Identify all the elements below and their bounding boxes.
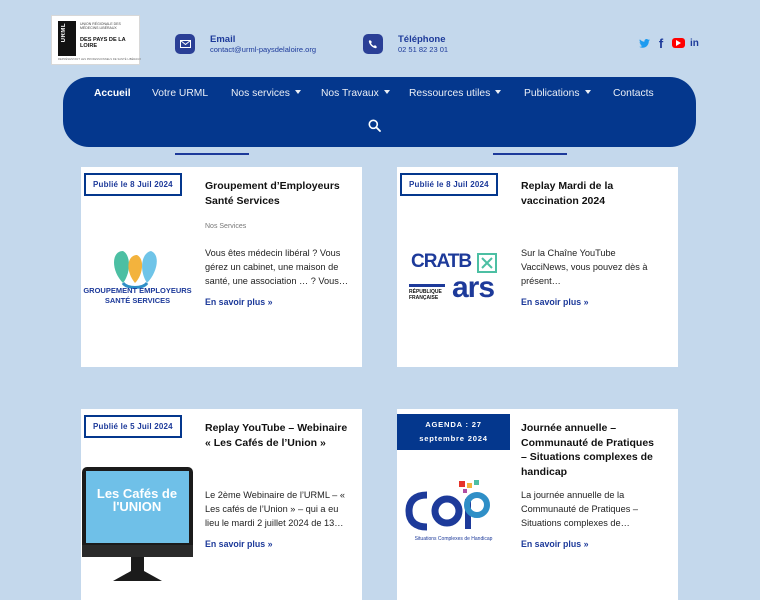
cop-caption: Situations Complexes de Handicap xyxy=(414,536,493,542)
logo-tagline: REPRÉSENTANT LES PROFESSIONNELS DE SANTÉ… xyxy=(58,58,142,61)
post-excerpt: Sur la Chaîne YouTube VacciNews, vous po… xyxy=(521,248,648,286)
post-card[interactable]: Publié le 8 Juil 2024 CRATB RÉPUBLIQUE F… xyxy=(397,167,678,367)
post-title[interactable]: Journée annuelle – Communauté de Pratiqu… xyxy=(521,421,661,479)
post-excerpt: Le 2ème Webinaire de l’URML – « Les café… xyxy=(205,490,345,528)
nav-nos-services[interactable]: Nos services xyxy=(231,88,301,99)
email-contact[interactable]: Email contact@urml-paysdelaloire.org xyxy=(175,34,316,54)
nav-publications-label: Publications xyxy=(524,88,580,99)
cratb-logo: CRATB xyxy=(411,251,472,272)
email-value[interactable]: contact@urml-paysdelaloire.org xyxy=(210,45,316,54)
nav-accueil-label: Accueil xyxy=(94,88,131,99)
agenda-badge: AGENDA : 27 septembre 2024 xyxy=(397,414,510,450)
post-thumbnail[interactable]: Situations Complexes de Handicap xyxy=(397,479,510,549)
read-more-link[interactable]: En savoir plus » xyxy=(521,539,588,549)
linkedin-icon[interactable]: in xyxy=(690,36,699,50)
read-more-link[interactable]: En savoir plus » xyxy=(521,297,588,307)
date-badge: Publié le 5 Juil 2024 xyxy=(84,415,182,438)
post-title[interactable]: Replay Mardi de la vaccination 2024 xyxy=(521,179,651,208)
logo-lines: UNION RÉGIONALE DES MÉDECINS LIBÉRAUX xyxy=(80,22,121,31)
agenda-line-2: septembre 2024 xyxy=(419,434,488,443)
chevron-down-icon xyxy=(383,90,390,95)
phone-value[interactable]: 02 51 82 23 01 xyxy=(398,45,448,54)
chevron-down-icon xyxy=(495,90,502,95)
post-title[interactable]: Groupement d’Employeurs Santé Services xyxy=(205,179,353,208)
post-category[interactable]: Nos Services xyxy=(205,223,246,230)
youtube-icon[interactable] xyxy=(672,38,685,48)
logo-mark-text: URML xyxy=(61,23,67,43)
read-more-link[interactable]: En savoir plus » xyxy=(205,539,272,549)
computer-screen-illustration xyxy=(82,467,193,581)
chevron-down-icon xyxy=(294,90,301,95)
agenda-line-1: AGENDA : 27 xyxy=(425,420,482,429)
post-excerpt: La journée annuelle de la Communauté de … xyxy=(521,490,638,528)
post-card[interactable]: Publié le 8 Juil 2024 GROUPEMENT EMPLOYE… xyxy=(81,167,362,367)
main-nav: Accueil Votre URML Nos services Nos Trav… xyxy=(63,77,696,147)
post-card[interactable]: Publié le 5 Juil 2024 Les Cafés de l'UNI… xyxy=(81,409,362,600)
phone-icon xyxy=(363,34,383,54)
nav-nos-travaux-label: Nos Travaux xyxy=(321,88,379,99)
search-icon[interactable] xyxy=(368,119,382,133)
date-badge: Publié le 8 Juil 2024 xyxy=(84,173,182,196)
nav-votre-urml[interactable]: Votre URML xyxy=(152,88,208,99)
nav-accueil[interactable]: Accueil xyxy=(94,88,131,99)
mail-icon xyxy=(175,34,195,54)
read-more-link[interactable]: En savoir plus » xyxy=(205,297,272,307)
logo-mark: URML xyxy=(58,21,76,56)
phone-contact[interactable]: Téléphone 02 51 82 23 01 xyxy=(363,34,448,54)
nav-contacts-label: Contacts xyxy=(613,88,654,99)
nav-nos-services-label: Nos services xyxy=(231,88,290,99)
post-card[interactable]: AGENDA : 27 septembre 2024 Situations Co… xyxy=(397,409,678,600)
twitter-icon[interactable] xyxy=(639,36,650,50)
section-underline xyxy=(493,153,567,155)
nav-ressources-utiles[interactable]: Ressources utiles xyxy=(409,88,502,99)
post-thumbnail[interactable]: Les Cafés de l'UNION xyxy=(81,465,194,583)
urml-logo[interactable]: URML UNION RÉGIONALE DES MÉDECINS LIBÉRA… xyxy=(51,15,142,65)
post-thumbnail[interactable]: GROUPEMENT EMPLOYEURS SANTÉ SERVICES xyxy=(81,249,194,319)
republique-logo: RÉPUBLIQUE FRANÇAISE xyxy=(409,284,445,301)
nav-publications[interactable]: Publications xyxy=(524,88,591,99)
chevron-down-icon xyxy=(584,90,591,95)
section-underline xyxy=(175,153,249,155)
post-title[interactable]: Replay YouTube – Webinaire « Les Cafés d… xyxy=(205,421,353,450)
email-title: Email xyxy=(210,34,236,45)
nav-votre-urml-label: Votre URML xyxy=(152,88,209,99)
nav-nos-travaux[interactable]: Nos Travaux xyxy=(321,88,390,99)
post-excerpt: Vous êtes médecin libéral ? Vous gérez u… xyxy=(205,248,349,286)
logo-region: DES PAYS DE LA LOIRE xyxy=(80,37,126,49)
facebook-icon[interactable]: f xyxy=(656,36,666,51)
nav-ressources-utiles-label: Ressources utiles xyxy=(409,88,491,99)
ars-logo: ars xyxy=(452,271,495,304)
groupement-logo xyxy=(114,251,157,289)
date-badge: Publié le 8 Juil 2024 xyxy=(400,173,498,196)
cratb-symbol xyxy=(477,253,497,273)
nav-contacts[interactable]: Contacts xyxy=(613,88,654,99)
post-thumbnail[interactable]: CRATB RÉPUBLIQUE FRANÇAISE ars xyxy=(397,251,510,317)
cafes-title: Les Cafés de l'UNION xyxy=(96,486,178,514)
thumb-caption: GROUPEMENT EMPLOYEURS SANTÉ SERVICES xyxy=(83,286,192,305)
phone-title: Téléphone xyxy=(398,34,446,45)
